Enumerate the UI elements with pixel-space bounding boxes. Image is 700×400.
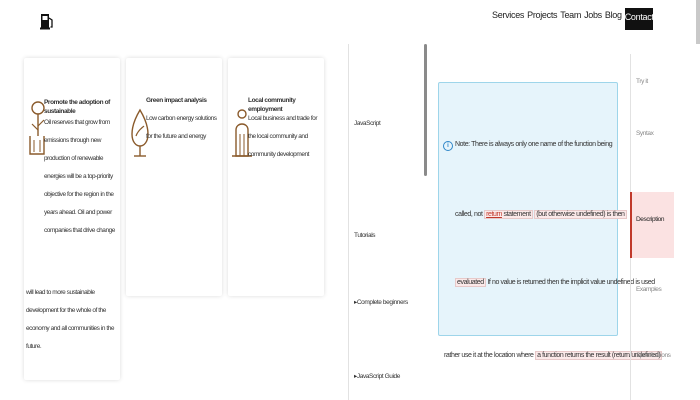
note-line: Note: There is always only one name of t… — [455, 141, 613, 148]
note-line: evaluated If no value is returned then t… — [455, 278, 655, 287]
code-text: statement — [503, 211, 532, 218]
note-text: called, not — [455, 211, 483, 218]
paragraph-text: rather use it at the location where — [444, 352, 534, 359]
page-scrollbar[interactable] — [696, 0, 700, 44]
top-nav: Services Projects Team Jobs Blog Contact — [492, 8, 653, 30]
note-text: is used — [635, 279, 655, 286]
inline-code: evaluated — [455, 278, 486, 287]
nav-jobs-link[interactable]: Jobs — [584, 10, 602, 20]
toc-item-try-it[interactable]: Try it — [636, 78, 648, 85]
note-callout: i Note: There is always only one name of… — [438, 82, 655, 336]
sidebar-item-complete-beginners[interactable]: Complete beginners — [354, 298, 408, 306]
sidebar-item-tutorials[interactable]: Tutorials — [354, 232, 375, 239]
toc-item-specifications[interactable]: Specifications — [636, 352, 671, 359]
column-divider — [348, 44, 349, 400]
nav-projects-link[interactable]: Projects — [527, 10, 557, 20]
nav-blog-link[interactable]: Blog — [605, 10, 622, 20]
note-text: If no value is returned then the implici… — [487, 279, 634, 286]
info-circle-icon: i — [443, 141, 453, 151]
fuel-pump-icon[interactable] — [40, 12, 54, 30]
inline-code: (but otherwise undefined) is then — [534, 210, 627, 219]
code-keyword-link[interactable]: return — [486, 211, 502, 218]
contact-button[interactable]: Contact — [624, 8, 653, 30]
toc-item-description[interactable]: Description — [630, 192, 674, 258]
toc-item-examples[interactable]: Examples — [636, 286, 662, 293]
card-body-continued: will lead to more sustainable developmen… — [26, 289, 115, 350]
nav-team-link[interactable]: Team — [560, 10, 581, 20]
note-line: called, not return statement (but otherw… — [455, 210, 627, 219]
inline-code: return statement — [484, 210, 533, 219]
card-body: Local business and trade for the local c… — [248, 115, 318, 158]
card-title: Green impact analysis — [146, 97, 207, 104]
sidebar-item-javascript-guide[interactable]: JavaScript Guide — [354, 372, 401, 380]
service-card-sustainable: Promote the adoption of sustainable Oil … — [24, 58, 120, 380]
service-card-community: Local community employment Local busines… — [228, 58, 324, 296]
card-body: Low carbon energy solutions for the futu… — [146, 115, 217, 140]
nav-services-link[interactable]: Services — [492, 10, 524, 20]
service-card-green: Green impact analysis Low carbon energy … — [126, 58, 222, 296]
sidebar-item-javascript[interactable]: JavaScript — [354, 120, 381, 127]
toc-item-syntax[interactable]: Syntax — [636, 130, 654, 137]
card-body: Oil reserves that grow from emissions th… — [44, 119, 115, 234]
sidebar-scrollbar[interactable] — [424, 44, 427, 176]
